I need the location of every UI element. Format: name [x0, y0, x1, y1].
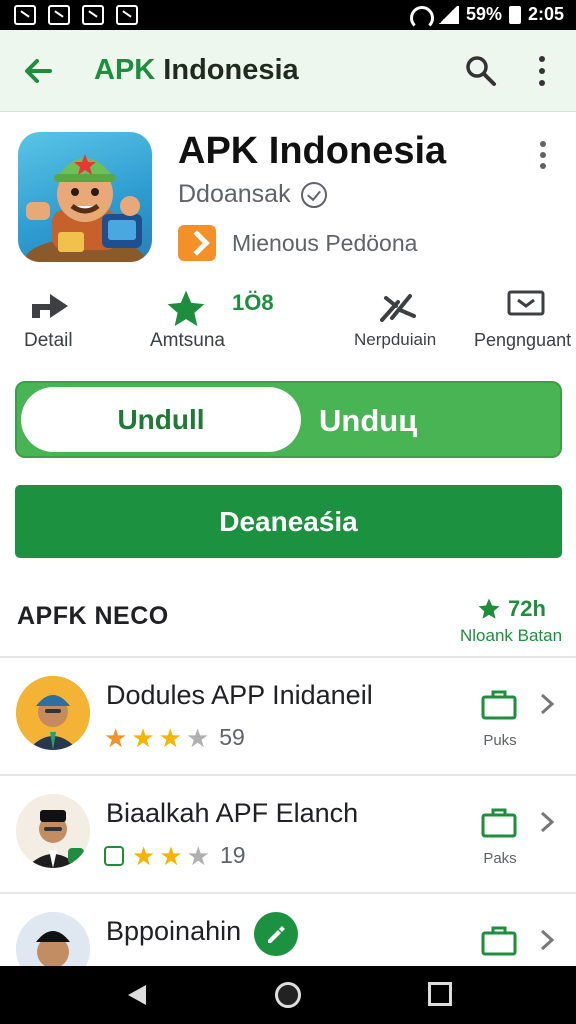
stat-screen[interactable]: Pengnguant — [472, 284, 576, 364]
star-icon — [478, 598, 500, 619]
floating-action-button[interactable] — [254, 912, 298, 956]
chevron-right-icon[interactable] — [538, 692, 556, 716]
nav-recents-icon[interactable] — [428, 982, 452, 1006]
app-stats-row: Detail 1Ö8 Amtsuna Nerpduiain Pengnguant — [0, 284, 576, 364]
nav-back-icon[interactable] — [124, 982, 150, 1008]
star-filled-icon: ★ — [131, 722, 155, 753]
avatar — [16, 794, 90, 868]
star-empty-icon: ★ — [185, 722, 210, 753]
share-icon — [32, 294, 68, 318]
section-see-more-link[interactable]: Nloank Batan — [460, 626, 562, 646]
notification-media-icon — [82, 5, 104, 25]
nav-home-icon[interactable] — [275, 982, 301, 1008]
status-bar: 59% 2:05 — [0, 0, 576, 30]
item-review-count: 59 — [219, 724, 245, 750]
item-action-label: Paks — [483, 850, 517, 867]
app-bar-title-rest: Indonesia — [163, 54, 299, 86]
avatar-image — [16, 912, 90, 966]
app-bar-title-brand: APK — [94, 54, 156, 86]
install-bag-icon[interactable] — [480, 806, 518, 838]
wifi-icon — [409, 5, 434, 30]
stat-label: Detail — [24, 330, 73, 351]
system-nav-bar — [0, 966, 576, 1024]
badge-row: Mienous Pedöona — [178, 225, 417, 261]
install-bag-icon[interactable] — [480, 688, 518, 720]
item-review-count: 19 — [219, 842, 246, 868]
stat-label: Amtsuna — [150, 330, 225, 351]
list-item[interactable]: Dodules APP Inidaneil ★ ★ ★ ★ 59 Puks — [0, 656, 576, 774]
star-empty-icon: ★ — [186, 840, 210, 871]
item-action-label: Puks — [483, 732, 517, 749]
app-bar-title: APK Indonesia — [94, 54, 299, 87]
avatar — [16, 676, 90, 750]
app-bar: APK Indonesia — [0, 30, 576, 112]
stat-tools[interactable]: Nerpduiain — [352, 284, 442, 364]
install-bag-icon[interactable] — [480, 924, 518, 956]
section-rating-value: 72h — [508, 596, 546, 621]
app-mascot-illustration — [25, 154, 145, 262]
stat-rating-value: 1Ö8 — [232, 290, 274, 315]
toggle-label: Unduц — [319, 403, 418, 438]
stat-rating[interactable]: 1Ö8 Amtsuna — [146, 284, 306, 364]
app-more-icon[interactable] — [530, 138, 556, 172]
badge-text: Mienous Pedöona — [232, 229, 418, 256]
install-toggle[interactable]: Undull Unduц — [15, 381, 562, 458]
section-rating: 72h — [476, 596, 546, 622]
developer-name[interactable]: Ddoansak — [178, 180, 291, 209]
star-filled-icon: ★ — [158, 722, 182, 753]
edit-icon — [268, 926, 285, 943]
stat-label: Nerpduiain — [354, 330, 437, 349]
list-item[interactable]: Biaalkah APF Elanch ★ ★ ★ 19 Paks — [0, 774, 576, 892]
chevron-right-icon[interactable] — [538, 928, 556, 952]
notification-chart-icon — [116, 5, 138, 25]
battery-percent: 59% — [465, 4, 502, 24]
overflow-menu-icon[interactable] — [528, 54, 556, 88]
verified-icon — [300, 181, 327, 208]
clock: 2:05 — [527, 4, 564, 24]
avatar — [16, 912, 90, 966]
stat-label: Pengnguant — [474, 330, 572, 350]
download-badge-icon — [178, 225, 216, 261]
verified-app-icon — [104, 845, 124, 866]
battery-icon — [508, 5, 521, 24]
search-icon[interactable] — [464, 54, 498, 88]
avatar-image — [16, 676, 90, 750]
star-icon — [167, 290, 205, 327]
section-title: APFK NECO — [17, 602, 169, 630]
app-icon[interactable] — [18, 132, 152, 262]
star-filled-icon: ★ — [159, 840, 183, 871]
stat-detail[interactable]: Detail — [20, 284, 80, 364]
item-name: Biaalkah APF Elanch — [106, 798, 359, 828]
avatar-image — [16, 794, 90, 868]
tools-icon — [380, 294, 416, 322]
back-arrow-icon[interactable] — [20, 52, 58, 90]
star-filled-icon: ★ — [132, 840, 156, 871]
toggle-knob[interactable]: Undull — [21, 387, 301, 452]
notification-edit-icon — [48, 5, 70, 25]
app-name: APK Indonesia — [178, 130, 447, 172]
signal-icon — [436, 5, 459, 24]
item-name: Dodules APP Inidaneil — [106, 680, 373, 710]
notification-image-icon — [14, 5, 36, 25]
item-rating: ★ ★ ★ 19 — [104, 842, 246, 869]
developer-row: Ddoansak — [178, 180, 327, 209]
star-filled-icon: ★ — [104, 722, 128, 753]
screen-icon — [507, 290, 545, 316]
chevron-right-icon[interactable] — [538, 810, 556, 834]
item-name: Bppoinahin — [106, 916, 242, 946]
item-rating: ★ ★ ★ ★ 59 — [104, 724, 245, 751]
primary-button[interactable]: Deaneaśia — [15, 485, 562, 558]
